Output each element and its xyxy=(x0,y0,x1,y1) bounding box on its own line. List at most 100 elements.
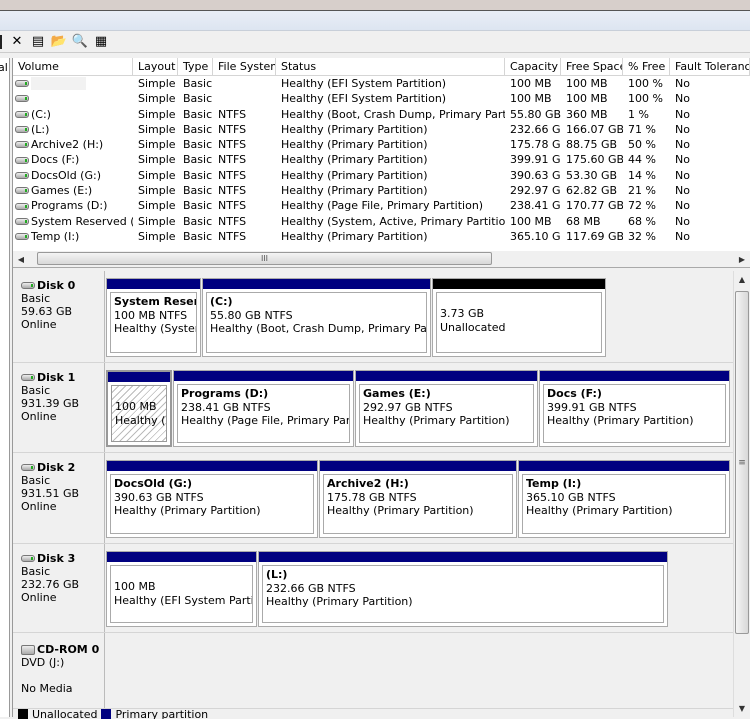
volume-row[interactable]: (L:) Simple Basic NTFS Healthy (Primary Part… xyxy=(13,122,750,137)
partition-size: 100 MB xyxy=(114,580,156,593)
legend-label-unallocated: Unallocated xyxy=(32,709,98,719)
column-header-capacity[interactable]: Capacity xyxy=(505,58,561,75)
unallocated-bar xyxy=(433,279,605,289)
cell-layout: Simple xyxy=(138,153,176,167)
partition-block[interactable]: Programs (D:) 238.41 GB NTFS Healthy (Page… xyxy=(173,370,354,447)
partition-block[interactable]: DocsOld (G:) 390.63 GB NTFS Healthy (Prima… xyxy=(106,460,318,538)
cell-layout: Simple xyxy=(138,122,176,136)
partition-block[interactable]: Games (E:) 292.97 GB NTFS Healthy (Primary… xyxy=(355,370,538,447)
volume-row[interactable]: (C:) Simple Basic NTFS Healthy (Boot, Crash … xyxy=(13,107,750,122)
disk-size: 931.51 GB xyxy=(21,487,80,500)
partition-block[interactable]: 100 MBHealthy (EFI System Partition xyxy=(106,551,257,627)
cdrom-info[interactable]: CD-ROM 0 DVD (J:) No Media xyxy=(13,633,105,708)
partition-block[interactable]: Archive2 (H:) 175.78 GB NTFS Healthy (Prim… xyxy=(319,460,517,538)
delete-icon[interactable]: ✕ xyxy=(9,34,25,50)
cell-free-space: 360 MB xyxy=(566,107,608,121)
help-icon[interactable]: ▦ xyxy=(93,34,109,50)
partition-status: Healthy (System, xyxy=(114,322,196,335)
disk-info[interactable]: Disk 2 Basic 931.51 GB Online xyxy=(13,453,105,543)
cell-volume: Games (E:) xyxy=(13,183,133,198)
partition-status: Healthy (Primary Partition) xyxy=(363,414,510,427)
partition-block[interactable]: Temp (I:) 365.10 GB NTFS Healthy (Primary … xyxy=(518,460,730,538)
disk-info[interactable]: Disk 1 Basic 931.39 GB Online xyxy=(13,363,105,452)
column-header-percent-free[interactable]: % Free xyxy=(623,58,670,75)
cell-capacity: 390.63 GB xyxy=(510,168,561,182)
scroll-down-arrow-icon[interactable]: ▼ xyxy=(734,700,750,717)
cell-volume: (C:) xyxy=(13,107,133,122)
column-header-file-system[interactable]: File System xyxy=(213,58,276,75)
properties-icon[interactable]: ▤ xyxy=(30,34,46,50)
partition-size: 55.80 GB NTFS xyxy=(210,308,293,322)
horizontal-scrollbar[interactable]: ◀ III ▶ xyxy=(13,251,750,267)
cell-capacity: 292.97 GB xyxy=(510,184,561,198)
cell-free-space: 170.77 GB xyxy=(566,199,623,213)
column-header-fault-tolerance[interactable]: Fault Tolerance xyxy=(670,58,750,75)
partition-label: DocsOld (G:) xyxy=(114,477,193,490)
volume-row[interactable]: Simple Basic Healthy (EFI System Partition… xyxy=(13,76,750,91)
scroll-right-arrow-icon[interactable]: ▶ xyxy=(734,255,750,264)
column-header-layout[interactable]: Layout xyxy=(133,58,178,75)
partition-block[interactable]: 100 MBHealthy (EF xyxy=(106,370,172,447)
primary-partition-bar xyxy=(107,461,317,471)
cell-file-system: NTFS xyxy=(218,214,247,228)
cell-status: Healthy (Primary Partition) xyxy=(281,138,428,152)
explore-search-icon[interactable]: 🔍 xyxy=(72,34,88,50)
cdrom-row[interactable]: CD-ROM 0 DVD (J:) No Media xyxy=(13,633,733,709)
cell-fault-tolerance: No xyxy=(675,107,690,121)
partition-details: Archive2 (H:) 175.78 GB NTFS Healthy (Prim… xyxy=(323,474,513,534)
volume-name: DocsOld (G:) xyxy=(31,168,101,182)
drive-icon xyxy=(15,233,29,241)
volume-row[interactable]: Docs (F:) Simple Basic NTFS Healthy (Primary… xyxy=(13,152,750,167)
disk-info[interactable]: Disk 3 Basic 232.76 GB Online xyxy=(13,544,105,632)
column-header-volume[interactable]: Volume xyxy=(13,58,133,75)
column-header-free-space[interactable]: Free Space xyxy=(561,58,623,75)
cell-status: Healthy (Boot, Crash Dump, Primary Parti… xyxy=(281,107,505,121)
cell-type: Basic xyxy=(183,153,213,167)
disk-state: Online xyxy=(21,410,57,423)
partition-status: Healthy (Page File, Primary Partitior xyxy=(181,414,350,427)
unallocated-space[interactable]: 3.73 GB Unallocated xyxy=(432,278,606,357)
cell-volume: System Reserved (K:) xyxy=(13,214,133,229)
disk-info[interactable]: Disk 0 Basic 59.63 GB Online xyxy=(13,271,105,362)
column-header-status[interactable]: Status xyxy=(276,58,505,75)
partition-label: System Reserve xyxy=(114,295,196,308)
cell-percent-free: 72 % xyxy=(628,199,656,213)
volume-row[interactable]: Games (E:) Simple Basic NTFS Healthy (Primar… xyxy=(13,183,750,198)
cell-layout: Simple xyxy=(138,229,176,243)
volume-row[interactable]: DocsOld (G:) Simple Basic NTFS Healthy (Prim… xyxy=(13,168,750,183)
disk-name: Disk 2 xyxy=(37,461,76,474)
cell-fault-tolerance: No xyxy=(675,153,690,167)
vertical-scrollbar[interactable]: ▲ ≡ ▼ xyxy=(733,271,750,717)
disk-row: Disk 2 Basic 931.51 GB Online DocsOld (G:) 39… xyxy=(13,453,733,544)
cell-status: Healthy (System, Active, Primary Partiti… xyxy=(281,214,505,228)
volume-row[interactable]: System Reserved (K:) Simple Basic NTFS Healt… xyxy=(13,214,750,229)
cell-type: Basic xyxy=(183,122,213,136)
partition-size: 365.10 GB NTFS xyxy=(526,490,616,504)
cell-fault-tolerance: No xyxy=(675,214,690,228)
partition-block[interactable]: Docs (F:) 399.91 GB NTFS Healthy (Primary … xyxy=(539,370,730,447)
scroll-up-arrow-icon[interactable]: ▲ xyxy=(734,271,750,288)
primary-partition-bar xyxy=(540,371,729,381)
partition-block[interactable]: System Reserve100 MB NTFSHealthy (System… xyxy=(106,278,201,357)
partition-label: Archive2 (H:) xyxy=(327,477,409,490)
partition-details: (L:) 232.66 GB NTFS Healthy (Primary Parti… xyxy=(262,565,664,623)
cell-volume: Docs (F:) xyxy=(13,152,133,167)
column-header-type[interactable]: Type xyxy=(178,58,213,75)
volume-row[interactable]: Temp (I:) Simple Basic NTFS Healthy (Primary… xyxy=(13,229,750,244)
partition-status: Healthy (EFI System Partition xyxy=(114,593,252,607)
partition-block[interactable]: (C:) 55.80 GB NTFS Healthy (Boot, Crash Du… xyxy=(202,278,431,357)
horizontal-scroll-thumb[interactable]: III xyxy=(37,252,492,265)
vertical-scroll-thumb[interactable]: ≡ xyxy=(735,291,749,634)
volume-row[interactable]: Archive2 (H:) Simple Basic NTFS Healthy (Pri… xyxy=(13,137,750,152)
cell-capacity: 399.91 GB xyxy=(510,153,561,167)
partition-block[interactable]: (L:) 232.66 GB NTFS Healthy (Primary Parti… xyxy=(258,551,668,627)
cell-free-space: 53.30 GB xyxy=(566,168,618,182)
cell-layout: Simple xyxy=(138,199,176,213)
volume-row[interactable]: Programs (D:) Simple Basic NTFS Healthy (Pag… xyxy=(13,198,750,213)
legend: Unallocated Primary partition xyxy=(13,709,733,719)
disk-type: Basic xyxy=(21,474,51,487)
scroll-left-arrow-icon[interactable]: ◀ xyxy=(13,255,29,264)
volume-row[interactable]: Simple Basic Healthy (EFI System Partition… xyxy=(13,91,750,106)
drive-icon xyxy=(15,156,29,164)
open-folder-icon[interactable]: 📂 xyxy=(51,34,67,50)
